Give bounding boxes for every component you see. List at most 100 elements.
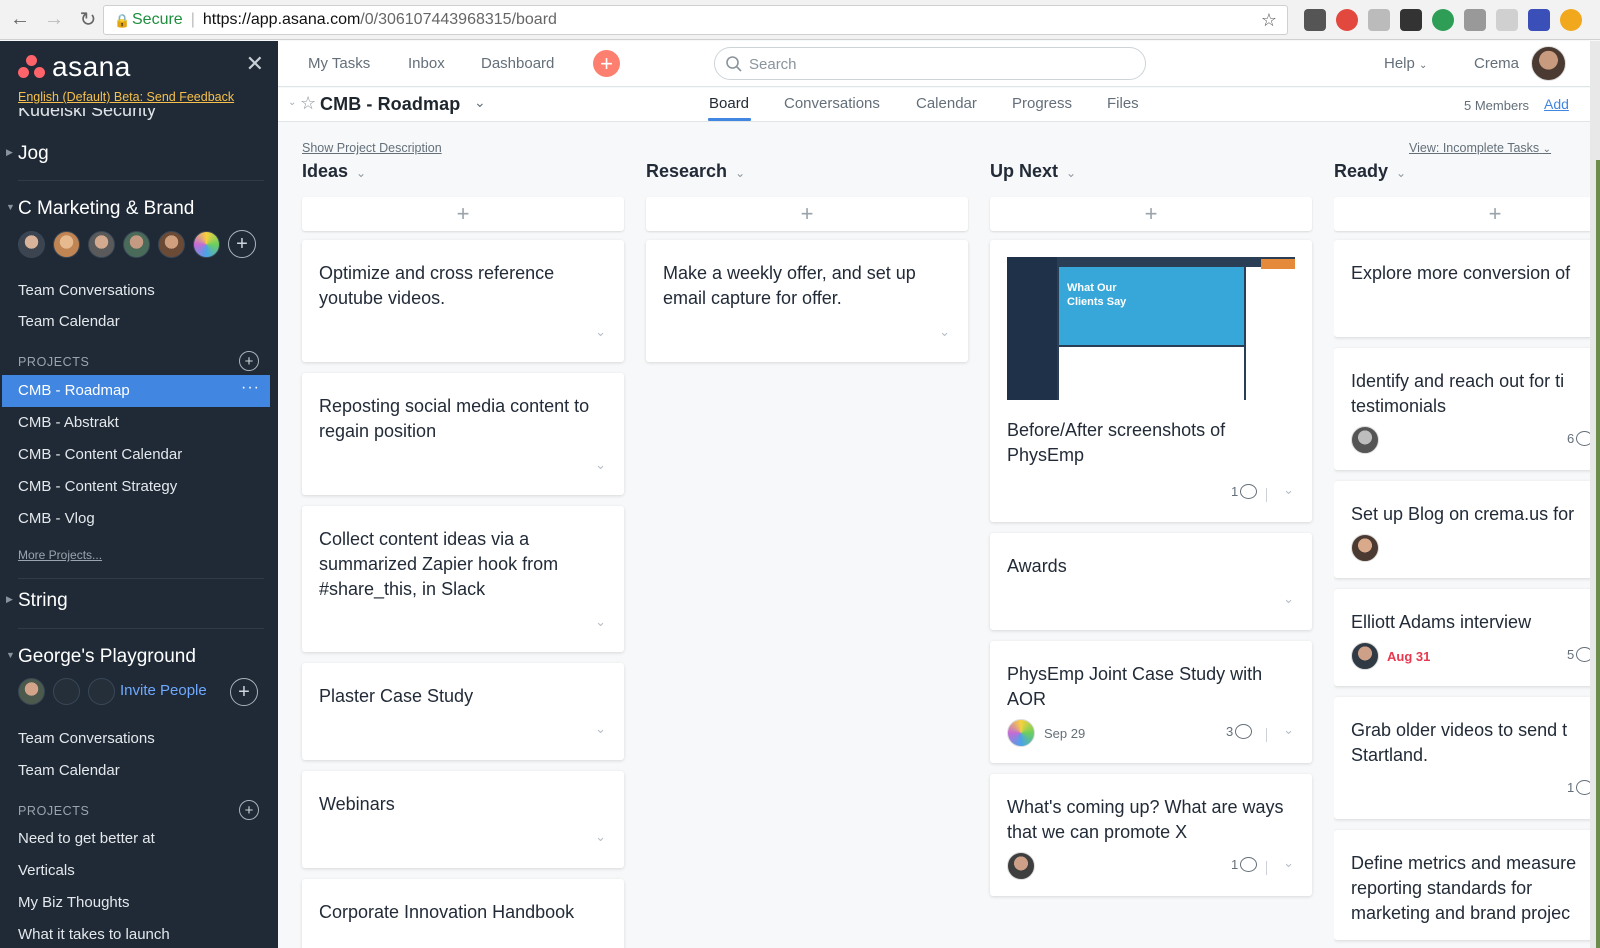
more-projects-link[interactable]: More Projects...: [18, 548, 102, 562]
favorite-star-icon[interactable]: ☆: [300, 93, 316, 114]
chevron-down-icon[interactable]: ⌄: [595, 829, 606, 845]
quick-add-button[interactable]: +: [593, 50, 620, 77]
tab-board[interactable]: Board: [709, 95, 749, 112]
tb-extension-icon[interactable]: [1368, 9, 1390, 31]
search-input[interactable]: [749, 52, 1129, 76]
sidebar-team-calendar[interactable]: Team Calendar: [18, 762, 120, 779]
sidebar-project[interactable]: Verticals: [18, 862, 75, 879]
view-filter-dropdown[interactable]: View: Incomplete Tasks ⌄: [1409, 141, 1551, 155]
reload-icon[interactable]: ↻: [74, 6, 102, 34]
assignee-avatar[interactable]: [1351, 426, 1379, 454]
avatar[interactable]: [88, 230, 115, 258]
task-card[interactable]: Webinars ⌄: [302, 771, 624, 868]
sidebar-team-conversations[interactable]: Team Conversations: [18, 282, 155, 299]
chevron-down-icon[interactable]: ⌄: [1283, 855, 1294, 871]
sidebar-team-conversations[interactable]: Team Conversations: [18, 730, 155, 747]
forward-arrow-icon[interactable]: →: [40, 6, 68, 34]
task-card[interactable]: Collect content ideas via a summarized Z…: [302, 506, 624, 652]
sidebar-project-content-strategy[interactable]: CMB - Content Strategy: [18, 478, 177, 495]
more-options-icon[interactable]: ···: [241, 379, 260, 397]
add-project-icon[interactable]: +: [239, 351, 259, 371]
column-header[interactable]: Up Next ⌄: [990, 161, 1076, 182]
chevron-down-icon[interactable]: ⌄: [735, 166, 745, 180]
add-task-button[interactable]: +: [1334, 197, 1600, 231]
tab-calendar[interactable]: Calendar: [916, 95, 977, 112]
sidebar-project-content-calendar[interactable]: CMB - Content Calendar: [18, 446, 182, 463]
layers-extension-icon[interactable]: [1400, 9, 1422, 31]
chevron-down-icon[interactable]: ⌄: [595, 324, 606, 340]
team-expand-icon[interactable]: ▼: [6, 650, 15, 660]
off-extension-icon[interactable]: [1432, 9, 1454, 31]
comment-count[interactable]: 1: [1231, 484, 1258, 499]
beta-feedback-link[interactable]: English (Default) Beta: Send Feedback: [18, 90, 234, 104]
nav-my-tasks[interactable]: My Tasks: [308, 55, 370, 72]
chevron-down-icon[interactable]: ⌄: [356, 166, 366, 180]
add-member-icon[interactable]: +: [230, 678, 258, 706]
team-string[interactable]: String: [18, 590, 68, 612]
column-header[interactable]: Research ⌄: [646, 161, 745, 182]
alert-extension-icon[interactable]: [1560, 9, 1582, 31]
chevron-down-icon[interactable]: ⌄: [595, 614, 606, 630]
user-avatar[interactable]: [1531, 46, 1566, 81]
avatar[interactable]: [193, 230, 220, 258]
close-sidebar-icon[interactable]: ✕: [246, 51, 264, 77]
sidebar-team-calendar[interactable]: Team Calendar: [18, 313, 120, 330]
task-card[interactable]: What Our Clients Say Before/After screen…: [990, 240, 1312, 522]
assignee-avatar[interactable]: [1351, 534, 1379, 562]
avatar[interactable]: [123, 230, 150, 258]
add-member-link[interactable]: Add: [1544, 96, 1569, 112]
pocket-extension-icon[interactable]: [1304, 9, 1326, 31]
avatar[interactable]: [53, 230, 80, 258]
column-header[interactable]: Ready ⌄: [1334, 161, 1406, 182]
address-bar[interactable]: 🔒 Secure | https://app.asana.com/0/30610…: [103, 5, 1288, 35]
task-card[interactable]: Identify and reach out for ti testimonia…: [1334, 348, 1600, 470]
task-card[interactable]: Grab older videos to send t Startland. 1: [1334, 697, 1600, 819]
sidebar-project-abstrakt[interactable]: CMB - Abstrakt: [18, 414, 119, 431]
assignee-avatar[interactable]: [1007, 852, 1035, 880]
chevron-down-icon[interactable]: ⌄: [1283, 722, 1294, 738]
avatar[interactable]: [18, 678, 45, 705]
chevron-down-icon[interactable]: ⌄: [939, 324, 950, 340]
bookmark-star-icon[interactable]: ☆: [1261, 10, 1277, 31]
task-card[interactable]: Awards ⌄: [990, 533, 1312, 630]
avatar[interactable]: [18, 230, 45, 258]
task-card[interactable]: Define metrics and measure reporting sta…: [1334, 830, 1600, 940]
nav-inbox[interactable]: Inbox: [408, 55, 445, 72]
team-georges-playground[interactable]: George's Playground: [18, 646, 196, 668]
back-arrow-icon[interactable]: ←: [6, 6, 34, 34]
opera-extension-icon[interactable]: [1336, 9, 1358, 31]
sidebar-project[interactable]: Need to get better at: [18, 830, 155, 847]
sidebar-project[interactable]: My Biz Thoughts: [18, 894, 129, 911]
due-date-overdue[interactable]: Aug 31: [1387, 649, 1430, 664]
chevron-down-icon[interactable]: ⌄: [1066, 166, 1076, 180]
assignee-avatar[interactable]: [1351, 642, 1379, 670]
sidebar-project-vlog[interactable]: CMB - Vlog: [18, 510, 95, 527]
team-c-marketing[interactable]: C Marketing & Brand: [18, 198, 194, 220]
add-project-icon[interactable]: +: [239, 800, 259, 820]
task-card[interactable]: Corporate Innovation Handbook: [302, 879, 624, 948]
add-task-button[interactable]: +: [302, 197, 624, 231]
team-collapse-icon[interactable]: ▶: [6, 147, 13, 158]
tab-files[interactable]: Files: [1107, 95, 1139, 112]
task-card[interactable]: PhysEmp Joint Case Study with AOR Sep 29…: [990, 641, 1312, 763]
asana-logo[interactable]: asana: [18, 51, 131, 83]
sidebar-project[interactable]: What it takes to launch: [18, 926, 170, 943]
assignee-avatar[interactable]: [1007, 719, 1035, 747]
task-card[interactable]: What's coming up? What are ways that we …: [990, 774, 1312, 896]
task-card[interactable]: Plaster Case Study ⌄: [302, 663, 624, 760]
column-header[interactable]: Ideas ⌄: [302, 161, 366, 182]
user-name[interactable]: Crema: [1474, 55, 1519, 72]
chevron-down-icon[interactable]: ⌄: [595, 457, 606, 473]
show-description-link[interactable]: Show Project Description: [302, 141, 442, 155]
attachment-thumbnail[interactable]: What Our Clients Say: [1007, 257, 1295, 400]
help-menu[interactable]: Help ⌄: [1384, 55, 1427, 72]
chevron-down-icon[interactable]: ⌄: [1283, 591, 1294, 607]
invite-people-link[interactable]: Invite People: [120, 682, 207, 699]
team-expand-icon[interactable]: ▼: [6, 202, 15, 212]
grey-extension-icon[interactable]: [1464, 9, 1486, 31]
project-title[interactable]: CMB - Roadmap: [320, 94, 460, 115]
project-menu-chevron-icon[interactable]: ⌄: [474, 94, 486, 111]
members-count[interactable]: 5 Members: [1464, 98, 1529, 113]
add-member-icon[interactable]: +: [228, 230, 256, 258]
chevron-down-icon[interactable]: ⌄: [1283, 482, 1294, 498]
